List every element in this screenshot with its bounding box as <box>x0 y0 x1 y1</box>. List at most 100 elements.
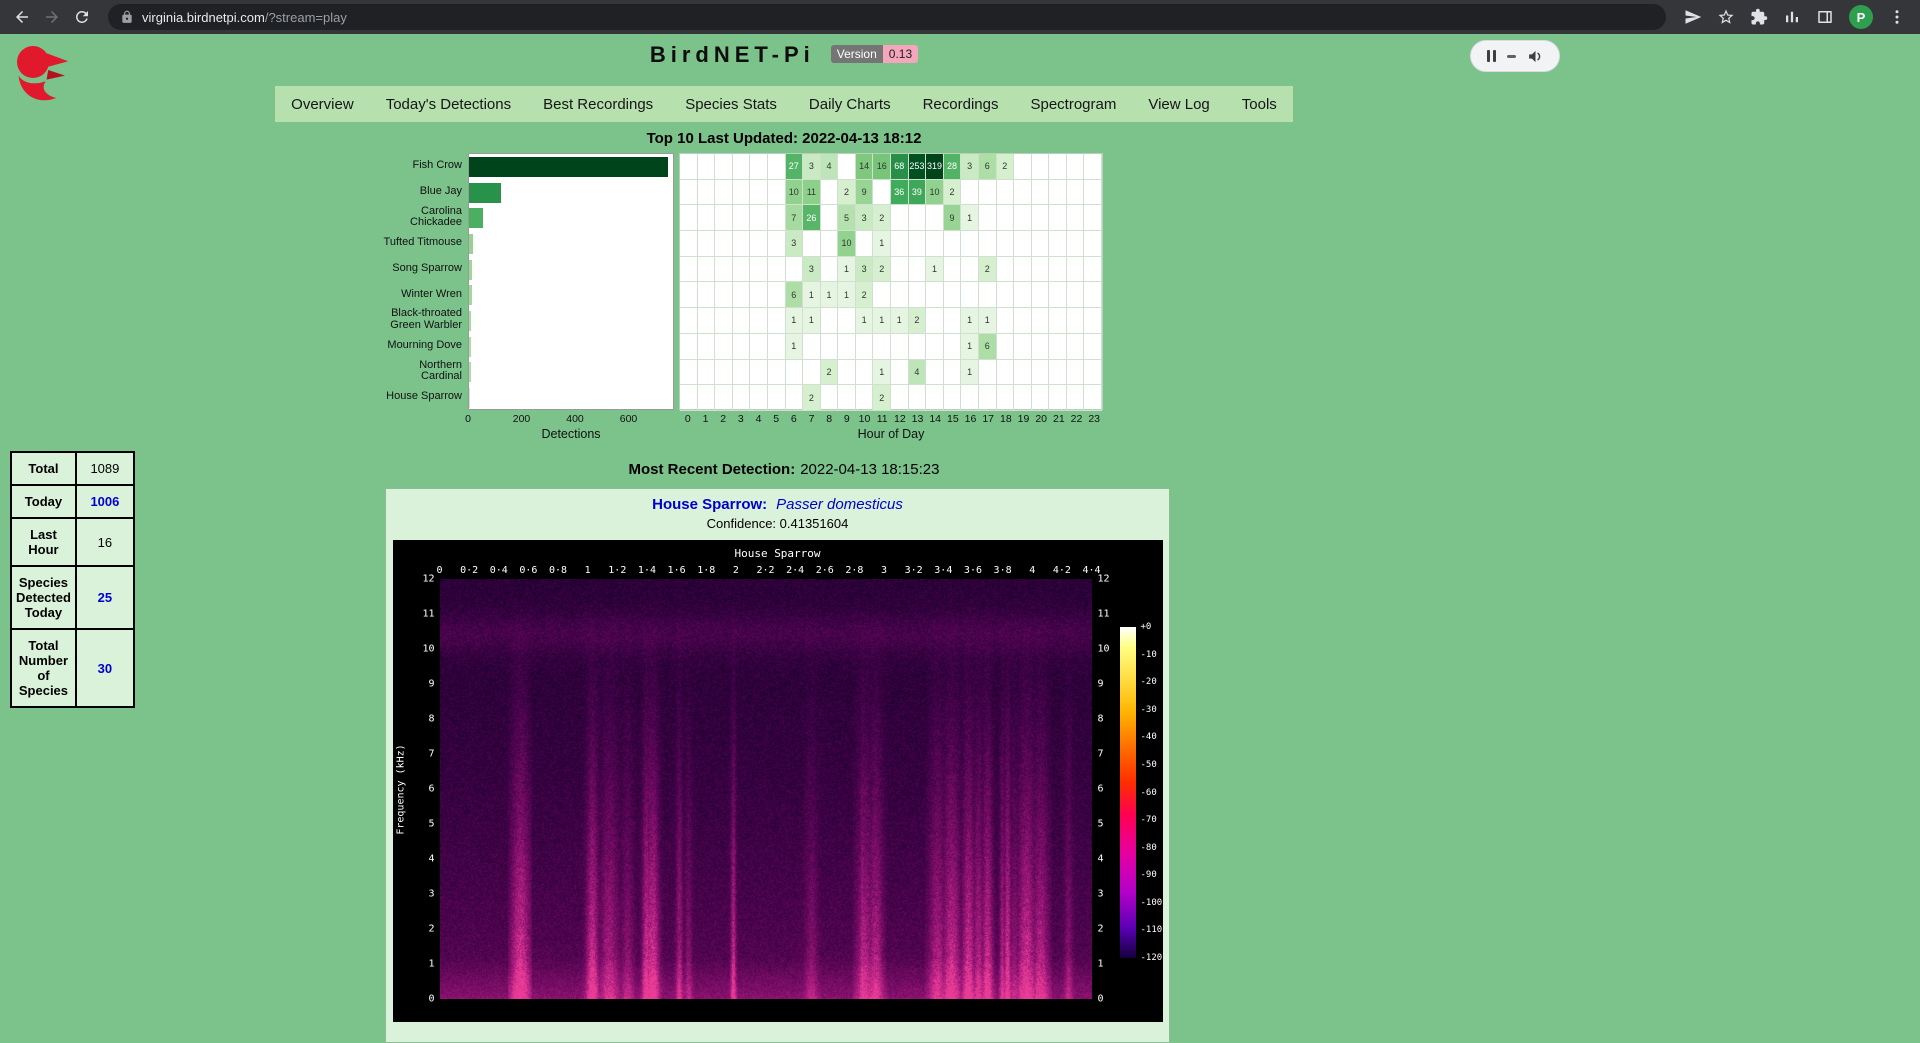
heatmap-cell <box>733 282 751 308</box>
browser-toolbar: virginia.birdnetpi.com/?stream=play P <box>0 0 1920 34</box>
heatmap-cell <box>733 205 751 231</box>
spectrogram-freq-tick-left: 12 <box>397 574 435 585</box>
spectrogram-freq-tick-right: 7 <box>1098 749 1104 760</box>
hour-axis-tick: 6 <box>791 413 797 425</box>
heatmap-cell <box>680 308 698 334</box>
heatmap-cell <box>944 385 962 411</box>
detections-bar <box>469 362 471 382</box>
send-icon[interactable] <box>1684 8 1702 26</box>
heatmap-cell <box>786 385 804 411</box>
heatmap-cell <box>715 154 733 180</box>
reload-icon[interactable] <box>68 3 96 31</box>
hour-axis-tick: 23 <box>1088 413 1100 425</box>
stats-value[interactable]: 30 <box>76 629 134 707</box>
heatmap-cell: 1 <box>961 360 979 386</box>
nav-item-recordings[interactable]: Recordings <box>907 96 1015 113</box>
colorbar-tick: -120 <box>1141 953 1163 963</box>
bar-axis-label: Detections <box>468 427 674 441</box>
speaker-icon[interactable] <box>1527 48 1544 65</box>
bar-axis-tick: 200 <box>513 413 531 425</box>
heatmap-cell <box>873 334 891 360</box>
heatmap-cell <box>680 257 698 283</box>
forward-icon[interactable] <box>38 3 66 31</box>
nav-item-today-s-detections[interactable]: Today's Detections <box>370 96 527 113</box>
heatmap-cell <box>715 257 733 283</box>
spectrogram-freq-tick-right: 3 <box>1098 889 1104 900</box>
nav-item-best-recordings[interactable]: Best Recordings <box>527 96 669 113</box>
profile-avatar[interactable]: P <box>1849 5 1873 29</box>
stats-value[interactable]: 25 <box>76 566 134 629</box>
bookmark-star-icon[interactable] <box>1717 8 1735 26</box>
most-recent-line: Most Recent Detection:2022-04-13 18:15:2… <box>0 461 1568 478</box>
heatmap-cell <box>856 360 874 386</box>
heatmap-cell <box>803 334 821 360</box>
spectrogram-canvas <box>440 579 1092 999</box>
stats-row: Total1089 <box>11 452 134 485</box>
nav-item-overview[interactable]: Overview <box>275 96 370 113</box>
back-icon[interactable] <box>8 3 36 31</box>
heatmap-cell <box>838 334 856 360</box>
nav-item-species-stats[interactable]: Species Stats <box>669 96 793 113</box>
heatmap-cell <box>750 180 768 206</box>
version-value: 0.13 <box>883 45 918 63</box>
hour-axis-tick: 18 <box>1000 413 1012 425</box>
heatmap-cell <box>891 257 909 283</box>
heatmap-cell <box>715 282 733 308</box>
browser-menu-icon[interactable] <box>1888 8 1906 26</box>
nav-bar-wrap: OverviewToday's DetectionsBest Recording… <box>0 86 1568 122</box>
heatmap-cell: 1 <box>961 205 979 231</box>
heatmap-cell <box>1049 180 1067 206</box>
spectrogram-freq-tick-right: 0 <box>1098 994 1104 1005</box>
extensions-puzzle-icon[interactable] <box>1750 8 1768 26</box>
spectrogram-time-tick: 1·2 <box>608 565 626 576</box>
player-seek-handle[interactable] <box>1507 55 1516 58</box>
heatmap-cell <box>997 385 1015 411</box>
main-nav: OverviewToday's DetectionsBest Recording… <box>275 86 1293 122</box>
heatmap-cell <box>698 360 716 386</box>
species-label: Tufted Titmouse <box>376 230 468 256</box>
heatmap-cell <box>750 282 768 308</box>
nav-item-daily-charts[interactable]: Daily Charts <box>793 96 907 113</box>
hour-axis-tick: 17 <box>982 413 994 425</box>
heatmap-cell <box>1014 334 1032 360</box>
nav-item-view-log[interactable]: View Log <box>1132 96 1225 113</box>
nav-item-spectrogram[interactable]: Spectrogram <box>1014 96 1132 113</box>
pause-icon[interactable] <box>1487 50 1496 62</box>
side-panel-icon[interactable] <box>1816 8 1834 26</box>
species-labels: Fish CrowBlue JayCarolina ChickadeeTufte… <box>376 153 468 410</box>
heatmap-cell: 1 <box>838 257 856 283</box>
heatmap-cell <box>715 308 733 334</box>
heatmap-cell <box>1032 282 1050 308</box>
heatmap-cell <box>891 205 909 231</box>
heatmap-cell <box>733 257 751 283</box>
heatmap-cell: 1 <box>891 308 909 334</box>
heatmap-cell <box>1067 257 1085 283</box>
spectrogram: House Sparrow Frequency (kHz) 00·20·40·6… <box>393 540 1163 1022</box>
heatmap-cell: 2 <box>997 154 1015 180</box>
spectrogram-time-tick: 0·4 <box>490 565 508 576</box>
species-latin-link[interactable]: Passer domesticus <box>776 496 903 513</box>
species-label: Mourning Dove <box>376 333 468 359</box>
url-domain: virginia.birdnetpi.com <box>142 10 265 25</box>
spectrogram-time-tick: 1·8 <box>697 565 715 576</box>
spectrogram-freq-tick-left: 4 <box>397 854 435 865</box>
spectrogram-freq-tick-left: 11 <box>397 609 435 620</box>
heatmap-cell: 3 <box>856 257 874 283</box>
stats-value[interactable]: 1006 <box>76 485 134 518</box>
heatmap-cell <box>856 231 874 257</box>
detections-bar <box>469 260 472 280</box>
heatmap-cell <box>961 385 979 411</box>
species-common-link[interactable]: House Sparrow: <box>652 496 767 513</box>
heatmap-cell <box>838 154 856 180</box>
colorbar-tick: -90 <box>1141 870 1157 880</box>
colorbar-tick: -70 <box>1141 815 1157 825</box>
heatmap-cell <box>997 360 1015 386</box>
spectrogram-title: House Sparrow <box>393 547 1163 560</box>
version-label: Version <box>831 45 883 63</box>
heatmap-cell <box>997 205 1015 231</box>
nav-item-tools[interactable]: Tools <box>1226 96 1293 113</box>
heatmap-cell <box>1084 180 1102 206</box>
address-bar[interactable]: virginia.birdnetpi.com/?stream=play <box>108 4 1666 30</box>
url-path: /?stream=play <box>265 10 347 25</box>
media-controls-icon[interactable] <box>1783 8 1801 26</box>
